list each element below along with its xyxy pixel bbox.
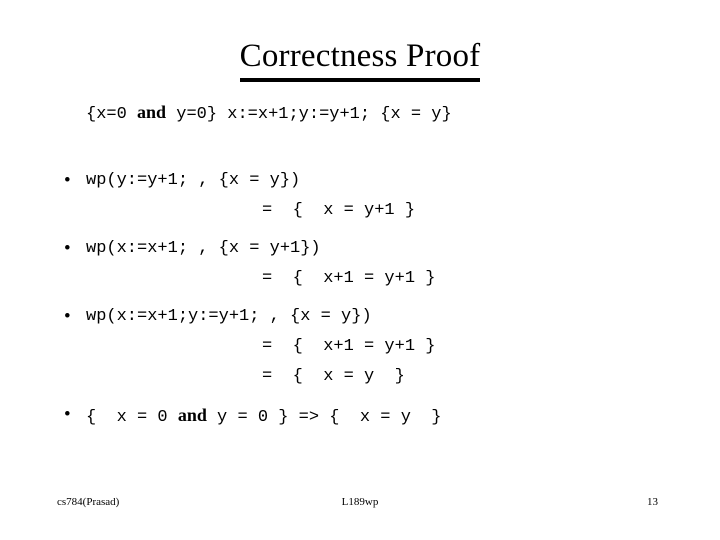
list-item: • wp(x:=x+1; , {x = y+1}) = { x+1 = y+1 … — [60, 234, 680, 294]
list-item: • wp(x:=x+1;y:=y+1; , {x = y}) = { x+1 =… — [60, 302, 680, 392]
slide-footer: cs784(Prasad) L189wp 13 — [0, 494, 720, 514]
bullet-marker-icon: • — [64, 404, 71, 425]
list-item: • wp(y:=y+1; , {x = y}) = { x = y+1 } — [60, 166, 680, 226]
proof-step-1-head-row: • wp(y:=y+1; , {x = y}) — [60, 166, 680, 196]
proof-step-2-head-row: • wp(x:=x+1; , {x = y+1}) — [60, 234, 680, 264]
footer-lecture-label: L189wp — [341, 496, 379, 508]
proof-step-3-head-row: • wp(x:=x+1;y:=y+1; , {x = y}) — [60, 302, 680, 332]
proof-step-2-expression: wp(x:=x+1; , {x = y+1}) — [86, 239, 321, 258]
proof-step-3-expression: wp(x:=x+1;y:=y+1; , {x = y}) — [86, 307, 372, 326]
proof-step-4-implication: { x = 0 and y = 0 } => { x = y } — [86, 400, 680, 433]
bullet-marker-icon: • — [64, 170, 71, 191]
proof-steps-list: • wp(y:=y+1; , {x = y}) = { x = y+1 } • … — [60, 166, 680, 433]
proof-step-4-consequent-suffix: y = 0 } => { x = y } — [206, 408, 442, 427]
proof-step-1-expression: wp(y:=y+1; , {x = y}) — [86, 171, 301, 190]
hoare-triple-precondition-prefix: {x=0 — [86, 105, 138, 124]
proof-step-4-antecedent-prefix: { x = 0 — [86, 408, 178, 427]
footer-page-number: 13 — [647, 496, 658, 508]
list-item: • { x = 0 and y = 0 } => { x = y } — [60, 400, 680, 433]
proof-step-4-keyword-and: and — [177, 405, 207, 425]
proof-step-3-result-2: = { x = y } — [262, 367, 405, 386]
hoare-triple-body-suffix: y=0} x:=x+1;y:=y+1; {x = y} — [166, 105, 452, 124]
hoare-triple-statement: {x=0 and y=0} x:=x+1;y:=y+1; {x = y} — [86, 100, 452, 127]
proof-step-2-result-1: = { x+1 = y+1 } — [262, 269, 436, 288]
slide-canvas: Correctness Proof {x=0 and y=0} x:=x+1;y… — [0, 0, 720, 540]
proof-step-1-result-1: = { x = y+1 } — [262, 201, 416, 220]
bullet-marker-icon: • — [64, 238, 71, 259]
title-container: Correctness Proof — [0, 36, 720, 82]
proof-step-3-result-1: = { x+1 = y+1 } — [262, 337, 436, 356]
hoare-triple-keyword-and: and — [137, 102, 167, 122]
bullet-marker-icon: • — [64, 306, 71, 327]
page-title: Correctness Proof — [239, 36, 481, 82]
proof-step-4-head-row: • { x = 0 and y = 0 } => { x = y } — [60, 400, 680, 433]
